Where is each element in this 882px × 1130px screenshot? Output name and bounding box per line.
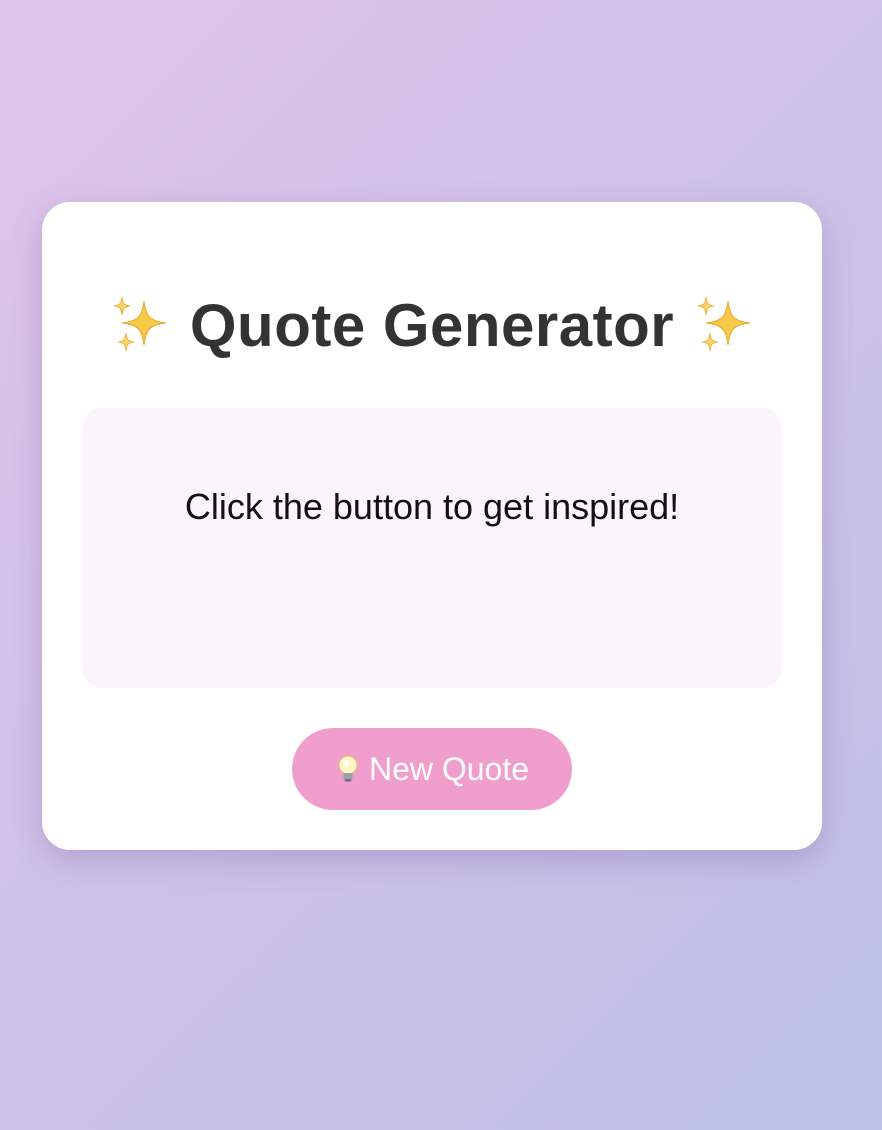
quote-card: Quote Generator Click the button to get … <box>42 202 822 850</box>
new-quote-label: New Quote <box>368 750 530 787</box>
new-quote-button[interactable]: New Quote <box>292 728 572 810</box>
lightbulb-icon <box>338 755 358 782</box>
title-row: Quote Generator <box>42 290 822 360</box>
quote-text: Click the button to get inspired! <box>184 486 680 527</box>
page-title: Quote Generator <box>189 291 675 359</box>
sparkles-icon <box>698 296 751 352</box>
quote-box: Click the button to get inspired! <box>82 408 782 688</box>
sparkles-icon <box>113 296 166 352</box>
